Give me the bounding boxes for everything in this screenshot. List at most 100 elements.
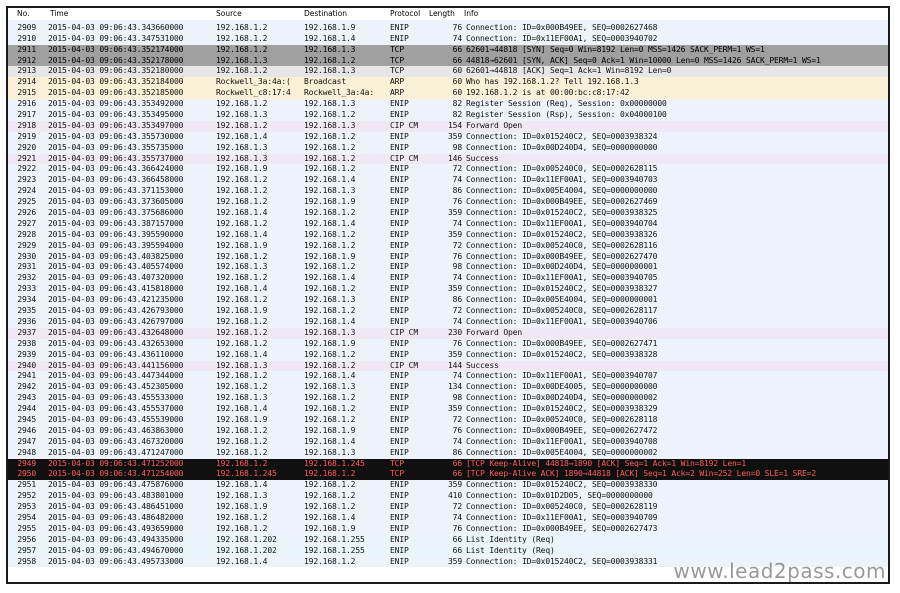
packet-row[interactable]: 2933 2015-04-03 09:06:43.415818000 192.168…: [8, 284, 888, 296]
column-header-info[interactable]: Info: [464, 8, 478, 20]
packet-row[interactable]: 2917 2015-04-03 09:06:43.353495000 192.168…: [8, 110, 888, 121]
packet-row[interactable]: 2932 2015-04-03 09:06:43.407320000 192.168…: [8, 273, 888, 285]
packet-time: 2015-04-03 09:06:43.455537000: [48, 404, 184, 414]
packet-destination: 192.168.1.2: [304, 131, 356, 141]
packet-destination: 192.168.1.9: [304, 425, 356, 435]
packet-protocol: CIP CM: [390, 327, 418, 337]
packet-protocol: ENIP: [390, 338, 409, 348]
packet-row[interactable]: 2953 2015-04-03 09:06:43.486451000 192.168…: [8, 502, 888, 513]
packet-time: 2015-04-03 09:06:43.353492000: [48, 99, 184, 109]
packet-row[interactable]: 2947 2015-04-03 09:06:43.467320000 192.168…: [8, 436, 888, 448]
packet-row[interactable]: 2928 2015-04-03 09:06:43.395590000 192.168…: [8, 229, 888, 241]
packet-source: 192.168.1.2: [216, 371, 268, 381]
packet-row[interactable]: 2956 2015-04-03 09:06:43.494335000 192.168…: [8, 534, 888, 546]
packet-row[interactable]: 2937 2015-04-03 09:06:43.432648000 192.168…: [8, 327, 888, 339]
packet-row[interactable]: 2952 2015-04-03 09:06:43.483801000 192.168…: [8, 491, 888, 503]
column-header-no[interactable]: No.: [17, 8, 29, 20]
column-header-destination[interactable]: Destination: [304, 8, 347, 20]
packet-row[interactable]: 2944 2015-04-03 09:06:43.455537000 192.168…: [8, 404, 888, 415]
packet-row[interactable]: 2940 2015-04-03 09:06:43.441156000 192.168…: [8, 360, 888, 372]
packet-time: 2015-04-03 09:06:43.352180000: [48, 66, 184, 76]
packet-row[interactable]: 2955 2015-04-03 09:06:43.493659000 192.168…: [8, 523, 888, 535]
packet-row[interactable]: 2938 2015-04-03 09:06:43.432653000 192.168…: [8, 338, 888, 350]
packet-protocol: ENIP: [390, 491, 409, 501]
packet-row[interactable]: 2921 2015-04-03 09:06:43.355737000 192.168…: [8, 153, 888, 165]
packet-destination: 192.168.1.4: [304, 436, 356, 446]
packet-row[interactable]: 2922 2015-04-03 09:06:43.366424000 192.168…: [8, 164, 888, 176]
packet-row[interactable]: 2929 2015-04-03 09:06:43.395594000 192.168…: [8, 240, 888, 252]
packet-time: 2015-04-03 09:06:43.366424000: [48, 164, 184, 174]
packet-row[interactable]: 2943 2015-04-03 09:06:43.455533000 192.168…: [8, 393, 888, 405]
packet-no: 2947: [17, 436, 36, 446]
packet-info: 44818→62601 [SYN, ACK] Seq=0 Ack=1 Win=1…: [466, 55, 821, 65]
packet-info: Connection: ID=0x00D240D4, SEQ=000000000…: [466, 262, 658, 272]
packet-length: 359: [448, 480, 462, 490]
packet-row[interactable]: 2918 2015-04-03 09:06:43.353497000 192.168…: [8, 120, 888, 132]
packet-row[interactable]: 2949 2015-04-03 09:06:43.471252000 192.168…: [8, 458, 888, 470]
packet-time: 2015-04-03 09:06:43.475876000: [48, 480, 184, 490]
packet-row[interactable]: 2946 2015-04-03 09:06:43.463863000 192.168…: [8, 425, 888, 437]
packet-source: 192.168.1.9: [216, 306, 268, 316]
packet-protocol: ENIP: [390, 131, 409, 141]
packet-length: 66: [452, 545, 462, 555]
packet-time: 2015-04-03 09:06:43.426797000: [48, 316, 184, 326]
packet-row[interactable]: 2920 2015-04-03 09:06:43.355735000 192.168…: [8, 142, 888, 154]
packet-row[interactable]: 2948 2015-04-03 09:06:43.471247000 192.168…: [8, 447, 888, 459]
packet-row[interactable]: 2926 2015-04-03 09:06:43.375686000 192.168…: [8, 208, 888, 219]
packet-row[interactable]: 2924 2015-04-03 09:06:43.371153000 192.168…: [8, 186, 888, 198]
packet-row[interactable]: 2939 2015-04-03 09:06:43.436110000 192.168…: [8, 349, 888, 361]
packet-row[interactable]: 2919 2015-04-03 09:06:43.355730000 192.168…: [8, 131, 888, 143]
packet-source: 192.168.1.3: [216, 142, 268, 152]
packet-row[interactable]: 2909 2015-04-03 09:06:43.343660000 192.168…: [8, 22, 888, 34]
packet-row[interactable]: 2925 2015-04-03 09:06:43.373605000 192.168…: [8, 197, 888, 209]
packet-row[interactable]: 2910 2015-04-03 09:06:43.347531000 192.168…: [8, 33, 888, 45]
packet-destination: 192.168.1.2: [304, 153, 356, 163]
packet-row[interactable]: 2935 2015-04-03 09:06:43.426793000 192.168…: [8, 306, 888, 317]
packet-row[interactable]: 2923 2015-04-03 09:06:43.366458000 192.168…: [8, 175, 888, 187]
packet-row[interactable]: 2931 2015-04-03 09:06:43.405574000 192.168…: [8, 262, 888, 274]
packet-destination: 192.168.1.4: [304, 371, 356, 381]
column-header-source[interactable]: Source: [216, 8, 242, 20]
packet-destination: 192.168.1.2: [304, 360, 356, 370]
packet-length: 66: [452, 55, 462, 65]
packet-length: 76: [452, 425, 462, 435]
packet-destination: 192.168.1.2: [304, 284, 356, 294]
packet-row[interactable]: 2942 2015-04-03 09:06:43.452305000 192.168…: [8, 382, 888, 394]
packet-row[interactable]: 2912 2015-04-03 09:06:43.352178000 192.168…: [8, 55, 888, 67]
packet-info: Connection: ID=0x11EF00A1, SEQ=000394070…: [466, 273, 658, 283]
packet-row[interactable]: 2954 2015-04-03 09:06:43.486482000 192.168…: [8, 512, 888, 524]
packet-no: 2926: [17, 208, 36, 218]
packet-source: 192.168.1.2: [216, 458, 268, 468]
packet-info: [TCP Keep-Alive] 44818→1890 [ACK] Seq=1 …: [466, 458, 746, 468]
packet-row[interactable]: 2934 2015-04-03 09:06:43.421235000 192.168…: [8, 295, 888, 307]
packet-row[interactable]: 2911 2015-04-03 09:06:43.352174000 192.168…: [8, 44, 888, 56]
packet-row[interactable]: 2916 2015-04-03 09:06:43.353492000 192.168…: [8, 99, 888, 111]
column-header-time[interactable]: Time: [50, 8, 68, 20]
packet-protocol: ENIP: [390, 306, 409, 316]
packet-row[interactable]: 2915 2015-04-03 09:06:43.352185000 Rockwel…: [8, 88, 888, 100]
packet-source: 192.168.1.2: [216, 523, 268, 533]
packet-destination: 192.168.1.2: [304, 414, 356, 424]
packet-destination: 192.168.1.2: [304, 164, 356, 174]
column-header-protocol[interactable]: Protocol: [390, 8, 420, 20]
packet-source: 192.168.1.2: [216, 33, 268, 43]
packet-row[interactable]: 2930 2015-04-03 09:06:43.403825000 192.168…: [8, 251, 888, 263]
packet-row[interactable]: 2951 2015-04-03 09:06:43.475876000 192.168…: [8, 480, 888, 492]
packet-time: 2015-04-03 09:06:43.352185000: [48, 88, 184, 98]
packet-no: 2917: [17, 110, 36, 120]
packet-row[interactable]: 2914 2015-04-03 09:06:43.352184000 Rockwel…: [8, 77, 888, 89]
packet-length: 74: [452, 218, 462, 228]
packet-no: 2927: [17, 218, 36, 228]
packet-destination: 192.168.1.3: [304, 327, 356, 337]
packet-row[interactable]: 2941 2015-04-03 09:06:43.447344000 192.168…: [8, 371, 888, 383]
packet-info: Connection: ID=0x00D240D4, SEQ=000000000…: [466, 393, 658, 403]
packet-protocol: ENIP: [390, 316, 409, 326]
packet-row[interactable]: 2950 2015-04-03 09:06:43.471254000 192.168…: [8, 469, 888, 481]
packet-row[interactable]: 2927 2015-04-03 09:06:43.387157000 192.168…: [8, 218, 888, 230]
column-header-length[interactable]: Length: [429, 8, 455, 20]
packet-row[interactable]: 2913 2015-04-03 09:06:43.352180000 192.168…: [8, 66, 888, 78]
packet-row[interactable]: 2936 2015-04-03 09:06:43.426797000 192.168…: [8, 316, 888, 328]
packet-row[interactable]: 2957 2015-04-03 09:06:43.494670000 192.168…: [8, 545, 888, 557]
packet-row[interactable]: 2945 2015-04-03 09:06:43.455539000 192.168…: [8, 414, 888, 426]
packet-protocol: TCP: [390, 55, 404, 65]
